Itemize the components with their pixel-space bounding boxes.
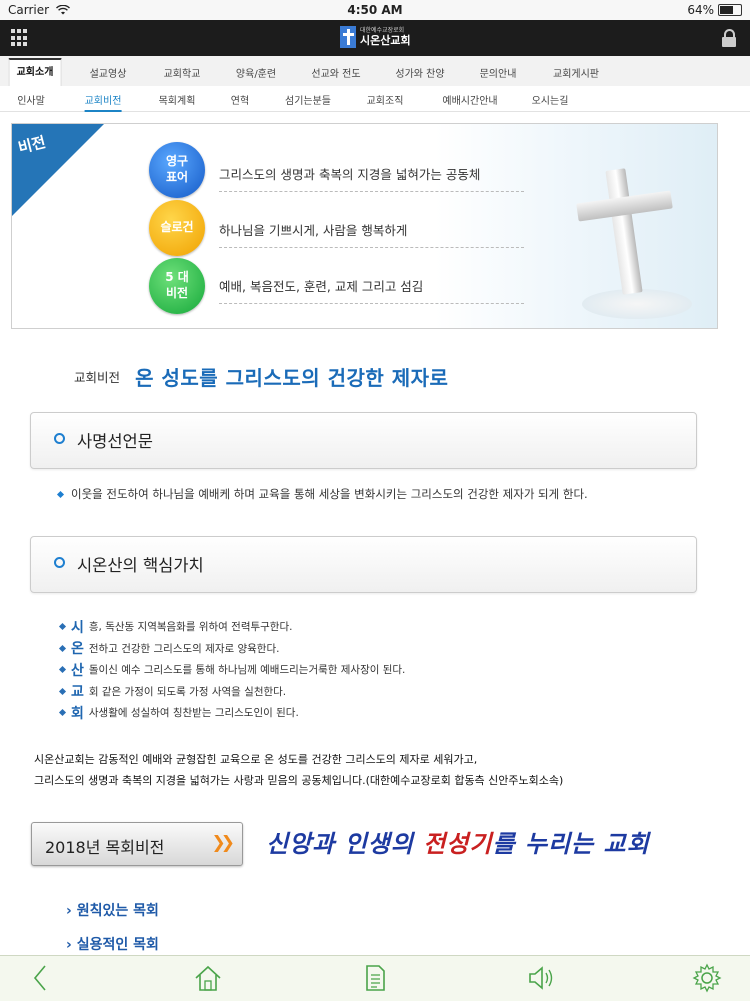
- cross-logo-icon: [340, 26, 356, 48]
- church-vision-headline: 교회비전 온 성도를 그리스도의 건강한 제자로: [74, 362, 448, 391]
- battery-percent: 64%: [687, 3, 714, 17]
- five-visions-text: 예배, 복음전도, 훈련, 교제 그리고 섬김: [219, 276, 524, 304]
- summary-line-1: 시온산교회는 감동적인 예배와 균형잡힌 교육으로 온 성도를 건강한 그리스도…: [34, 753, 478, 766]
- main-nav: 교회소개 설교영상 교회학교 양육/훈련 선교와 전도 성가와 찬양 문의안내 …: [0, 56, 750, 87]
- subnav-directions[interactable]: 오시는길: [532, 92, 569, 107]
- bottom-toolbar: [0, 955, 750, 1001]
- principled-ministry-link[interactable]: › 원칙있는 목회: [66, 900, 159, 920]
- nav-church-school[interactable]: 교회학교: [164, 65, 201, 80]
- chevron-right-icon: ›: [66, 903, 72, 919]
- nav-sermon-video[interactable]: 설교영상: [90, 65, 127, 80]
- church-logo[interactable]: 대한예수교장로회 시온산교회: [340, 26, 411, 48]
- cross-image: [552, 149, 712, 324]
- logo-text: 대한예수교장로회 시온산교회: [360, 28, 411, 47]
- logo-title: 시온산교회: [360, 34, 411, 47]
- subnav-greeting[interactable]: 인사말: [17, 92, 45, 107]
- double-chevron-right-icon: ❯❯: [211, 833, 235, 853]
- diamond-bullet-icon: [58, 665, 67, 674]
- pastoral-vision-button[interactable]: 2018년 목회비전 ❯❯: [31, 822, 243, 866]
- subnav-organization[interactable]: 교회조직: [367, 92, 404, 107]
- mission-section-header: 사명선언문: [30, 412, 697, 469]
- app-header: 대한예수교장로회 시온산교회: [0, 20, 750, 56]
- subnav-plan[interactable]: 목회계획: [159, 92, 196, 107]
- mission-text: 이웃을 전도하여 하나님을 예배케 하며 교육을 통해 세상을 변화시키는 그리…: [56, 484, 698, 505]
- nav-mission[interactable]: 선교와 전도: [311, 65, 360, 80]
- pastoral-slogan: 신앙과 인생의 전성기를 누리는 교회: [266, 829, 650, 858]
- practical-ministry-link[interactable]: › 실용적인 목회: [66, 934, 159, 954]
- diamond-bullet-icon: [58, 687, 67, 695]
- settings-icon[interactable]: [692, 963, 722, 993]
- diamond-bullet-icon: [56, 490, 65, 499]
- back-icon[interactable]: [26, 963, 56, 993]
- clock: 4:50 AM: [347, 3, 403, 17]
- list-item: 회 사생활에 성실하여 칭찬받는 그리스도인이 된다.: [58, 702, 405, 724]
- diamond-bullet-icon: [58, 622, 67, 631]
- church-summary: 시온산교회는 감동적인 예배와 균형잡힌 교육으로 온 성도를 건강한 그리스도…: [34, 749, 563, 791]
- battery-icon: [718, 4, 742, 16]
- list-item: 교회 같은 가정이 되도록 가정 사역을 실천한다.: [58, 681, 405, 703]
- nav-training[interactable]: 양육/훈련: [236, 65, 276, 80]
- subnav-worship-time[interactable]: 예배시간안내: [442, 92, 497, 107]
- battery-indicator: 64%: [687, 3, 742, 17]
- nav-board[interactable]: 교회게시판: [553, 65, 599, 80]
- five-visions-badge: 5 대 비전: [149, 258, 205, 314]
- motto-text: 그리스도의 생명과 축복의 지경을 넓혀가는 공동체: [219, 164, 524, 192]
- status-bar: Carrier 4:50 AM 64%: [0, 0, 750, 20]
- list-item: 온 전하고 건강한 그리스도의 제자로 양육한다.: [58, 638, 405, 660]
- pastoral-vision-label: 2018년 목회비전: [45, 838, 165, 857]
- subnav-history[interactable]: 연혁: [231, 92, 249, 107]
- list-item: 시 흥, 독산동 지역복음화를 위하여 전력투구한다.: [58, 616, 405, 638]
- diamond-bullet-icon: [58, 644, 67, 652]
- vision-label: 교회비전: [74, 370, 121, 385]
- vision-statement: 온 성도를 그리스도의 건강한 제자로: [135, 366, 449, 390]
- slogan-badge: 슬로건: [149, 200, 205, 256]
- speaker-icon[interactable]: [526, 963, 556, 993]
- subnav-staff[interactable]: 섬기는분들: [285, 92, 331, 107]
- nav-church-intro[interactable]: 교회소개: [8, 58, 62, 87]
- motto-badge: 영구 표어: [149, 142, 205, 198]
- bullet-circle-icon: [54, 433, 65, 444]
- chevron-right-icon: ›: [66, 937, 72, 953]
- home-icon[interactable]: [193, 963, 223, 993]
- sub-nav: 인사말 교회비전 목회계획 연혁 섬기는분들 교회조직 예배시간안내 오시는길: [0, 86, 750, 112]
- mission-title: 사명선언문: [77, 432, 153, 451]
- menu-grid-icon[interactable]: [11, 29, 29, 47]
- lock-icon[interactable]: [722, 29, 736, 47]
- document-icon[interactable]: [360, 963, 390, 993]
- bullet-circle-icon: [54, 557, 65, 568]
- list-item: 산 돌이신 예수 그리스도를 통해 하나님께 예배드리는거룩한 제사장이 된다.: [58, 659, 405, 681]
- summary-line-2: 그리스도의 생명과 축복의 지경을 넓혀가는 사랑과 믿음의 공동체입니다.(대…: [34, 774, 564, 787]
- nav-inquiry[interactable]: 문의안내: [480, 65, 517, 80]
- diamond-bullet-icon: [58, 708, 67, 717]
- vision-banner: 비전 영구 표어 그리스도의 생명과 축복의 지경을 넓혀가는 공동체 슬로건 …: [11, 123, 718, 329]
- core-values-section-header: 시온산의 핵심가치: [30, 536, 697, 593]
- subnav-vision[interactable]: 교회비전: [84, 92, 122, 112]
- nav-worship-music[interactable]: 성가와 찬양: [395, 65, 444, 80]
- core-values-list: 시 흥, 독산동 지역복음화를 위하여 전력투구한다. 온 전하고 건강한 그리스도…: [58, 616, 405, 724]
- core-values-title: 시온산의 핵심가치: [77, 556, 204, 575]
- slogan-text: 하나님을 기쁘시게, 사람을 행복하게: [219, 220, 524, 248]
